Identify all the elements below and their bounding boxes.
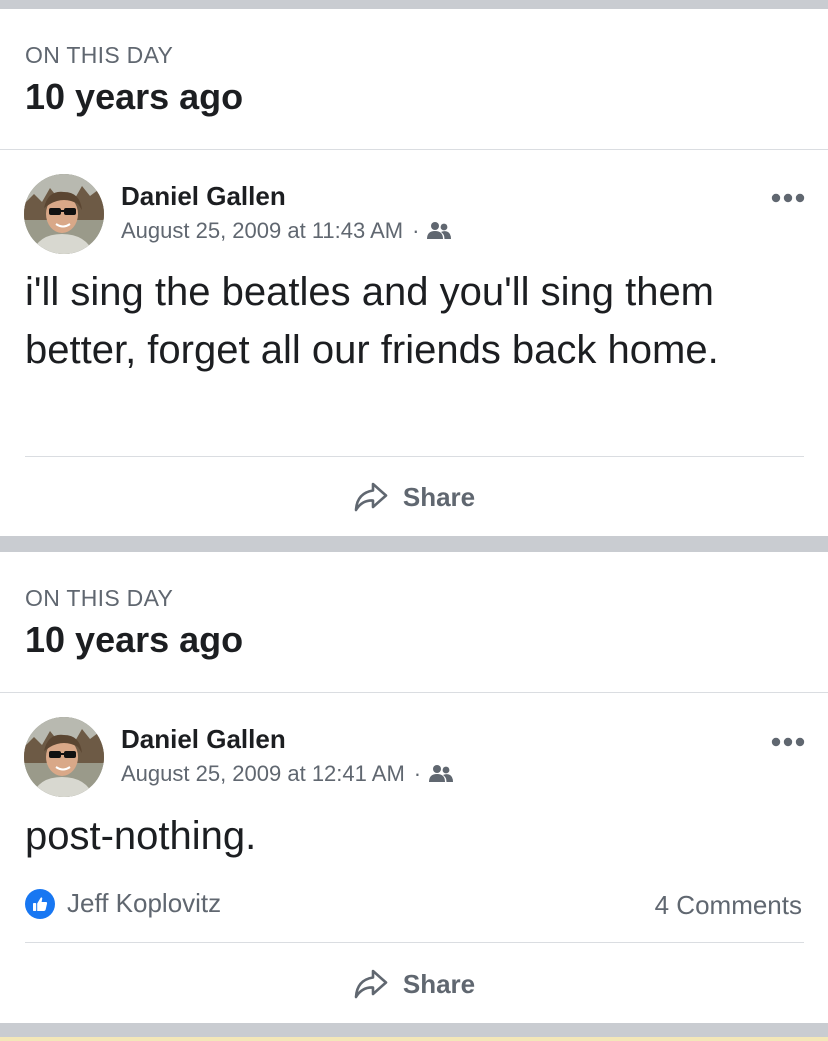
post-author[interactable]: Daniel Gallen (121, 181, 286, 212)
feed-separator (0, 536, 828, 552)
header-divider (0, 149, 828, 150)
feed-separator-top (0, 0, 828, 9)
post-meta: August 25, 2009 at 12:41 AM · (121, 761, 454, 787)
avatar-photo (24, 717, 104, 797)
share-icon (354, 969, 388, 999)
share-icon (354, 482, 388, 512)
more-options-icon[interactable] (770, 736, 806, 748)
header-divider (0, 692, 828, 693)
friends-icon (427, 222, 452, 239)
share-label: Share (402, 968, 476, 999)
avatar[interactable] (24, 717, 104, 797)
reactions-summary[interactable]: Jeff Koplovitz (25, 888, 221, 919)
meta-separator: · (412, 218, 420, 243)
actions-divider (25, 456, 804, 457)
feed-separator-bottom (0, 1023, 828, 1041)
reaction-liker-name: Jeff Koplovitz (67, 888, 222, 918)
share-button[interactable]: Share (0, 954, 828, 1014)
meta-separator: · (413, 761, 422, 786)
avatar[interactable] (24, 174, 104, 254)
years-ago-heading: 10 years ago (25, 619, 244, 660)
friends-icon (429, 765, 454, 782)
actions-divider (25, 942, 804, 943)
post-timestamp[interactable]: August 25, 2009 at 11:43 AM (121, 218, 403, 244)
post-text: i'll sing the beatles and you'll sing th… (25, 270, 719, 372)
on-this-day-label: ON THIS DAY (25, 585, 174, 611)
more-options-icon[interactable] (770, 192, 806, 204)
like-reaction-icon (25, 888, 55, 919)
share-button[interactable]: Share (0, 467, 828, 527)
comments-count-link[interactable]: 4 Comments (655, 890, 802, 921)
post-text: post-nothing. (25, 814, 257, 858)
post-meta: August 25, 2009 at 11:43 AM · (121, 218, 452, 244)
years-ago-heading: 10 years ago (25, 76, 244, 117)
on-this-day-label: ON THIS DAY (25, 42, 174, 68)
avatar-photo (24, 174, 104, 254)
share-label: Share (402, 481, 476, 512)
post-timestamp[interactable]: August 25, 2009 at 12:41 AM (121, 761, 405, 787)
post-author[interactable]: Daniel Gallen (121, 724, 286, 755)
